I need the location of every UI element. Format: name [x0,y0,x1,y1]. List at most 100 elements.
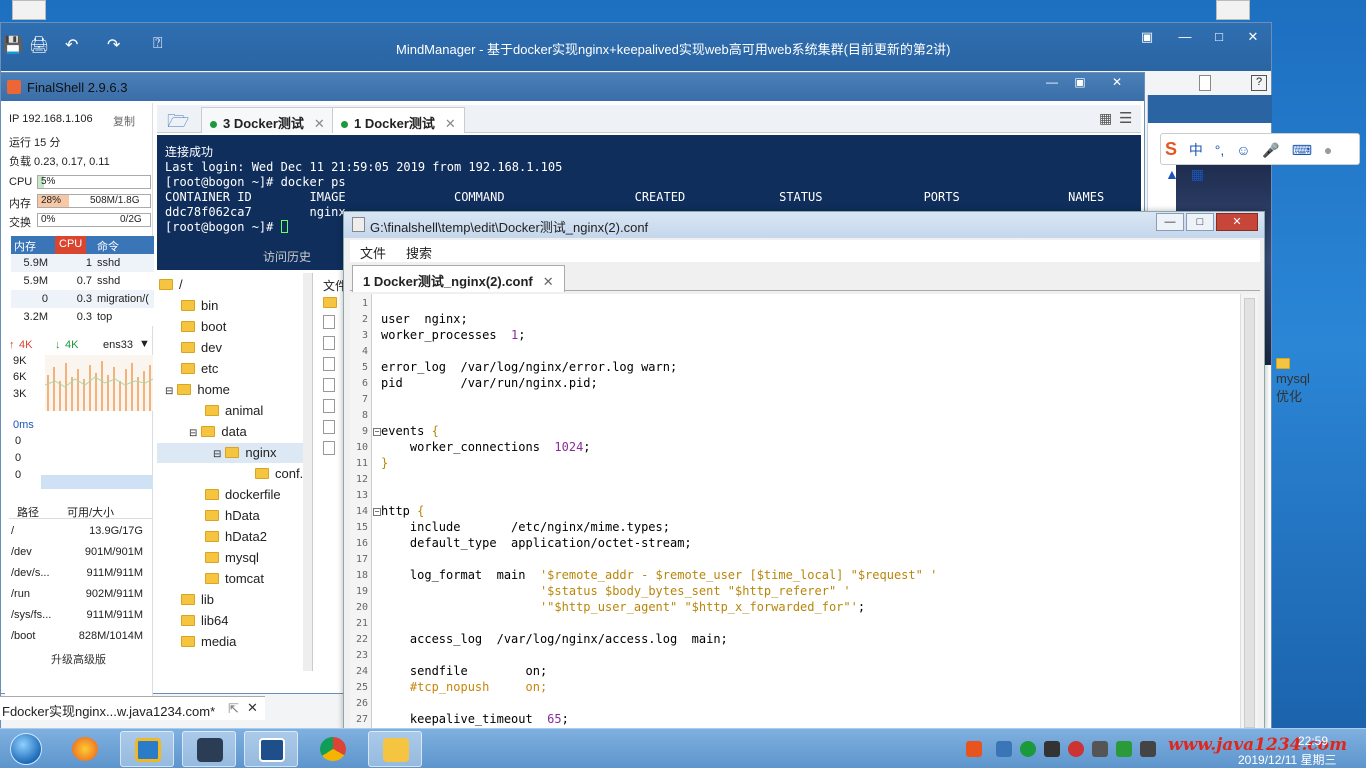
file-icon[interactable] [323,315,335,329]
folder-icon[interactable] [323,297,337,308]
tree-node[interactable]: lib64 [181,611,228,631]
tree-node[interactable]: ⊟ data [189,422,247,442]
table-row[interactable]: /run 902M/911M [11,585,151,606]
sogou-tray-icon[interactable] [966,741,982,757]
close-button[interactable]: ✕ [1216,213,1258,231]
net-interface-select[interactable]: ens33 [103,339,133,351]
minimize-button[interactable]: — [1175,29,1195,44]
ime-toolbar[interactable]: S 中 °, ☺ 🎤 ⌨ ● ▲ ▦ [1160,133,1360,182]
maximize-button[interactable]: □ [1186,213,1214,231]
clock-date[interactable]: 2019/12/11 星期三 [1238,751,1337,768]
tray-icon[interactable] [996,741,1012,757]
menu-search[interactable]: 搜索 [406,243,432,262]
tree-node[interactable]: dev [181,338,222,358]
tree-node[interactable]: bin [181,296,218,316]
table-row[interactable]: /dev 901M/901M [11,543,151,564]
copy-button[interactable]: 复制 [113,113,135,129]
close-button[interactable]: ✕ [1243,29,1263,45]
file-icon[interactable] [323,378,335,392]
sogou-icon[interactable]: S [1165,139,1177,160]
save-icon[interactable]: 💾 [3,35,23,55]
tree-node[interactable]: mysql [205,548,259,568]
tree-node[interactable]: tomcat [205,569,264,589]
table-row[interactable]: 0 0.3 migration/( [11,290,154,308]
tree-node[interactable]: ⊟ home [165,380,230,400]
tree-node[interactable]: animal [205,401,263,421]
taskbar-app-mindmanager[interactable] [120,731,174,767]
tree-node[interactable]: boot [181,317,226,337]
ime-punct[interactable]: °, [1215,142,1225,158]
table-row[interactable]: 5.9M 0.7 sshd [11,272,154,290]
print-icon[interactable]: 🖨 [29,35,49,55]
file-icon[interactable] [323,357,335,371]
maximize-button[interactable]: ▣ [1067,75,1093,93]
close-icon[interactable]: ✕ [543,274,554,289]
tray-icon[interactable] [1068,741,1084,757]
table-row[interactable]: /sys/fs... 911M/911M [11,606,151,627]
upgrade-link[interactable]: 升级高级版 [51,651,106,667]
grid-view-icon[interactable]: ▦ [1099,110,1112,127]
code-editor[interactable]: 1 2 3 4 5 6 7 8 9 10 11 12 13 14 15 16 17 18 19 20 21 22 23 24 2… [350,294,1240,734]
pin-icon[interactable]: ⇱ [228,701,239,717]
chevron-down-icon[interactable]: ▼ [139,338,150,350]
tab-session-1[interactable]: 1 Docker测试 ✕ [332,107,465,133]
ime-mode-label[interactable]: 中 [1189,140,1203,160]
tray-icon[interactable] [1044,741,1060,757]
shield-icon[interactable] [1116,741,1132,757]
tree-node[interactable]: lib [181,590,214,610]
taskbar-app-browser[interactable] [58,731,112,767]
taskbar-app-finalshell[interactable] [182,731,236,767]
table-row[interactable]: 5.9M 1 sshd [11,254,154,272]
file-icon[interactable] [323,441,335,455]
close-button[interactable]: ✕ [1095,75,1139,93]
table-row[interactable]: /13.9G/17G [11,522,151,543]
table-row[interactable]: /boot 828M/1014M [11,627,151,648]
tree-node[interactable]: hData [205,506,260,526]
start-button[interactable] [4,731,48,767]
taskbar-app-explorer[interactable] [368,731,422,767]
file-icon[interactable] [323,420,335,434]
ribbon-toggle-icon[interactable]: ▣ [1137,29,1157,45]
tab-nginx-conf[interactable]: 1 Docker测试_nginx(2).conf ✕ [352,265,565,292]
tree-node[interactable]: / [159,275,183,295]
editor-scrollbar[interactable] [1240,294,1258,734]
redo-icon[interactable]: ↷ [107,35,120,55]
taskbar-app-editor[interactable] [244,731,298,767]
menu-icon[interactable]: ☰ [1119,109,1132,127]
topic-mysql[interactable]: mysql优化 [1276,356,1310,405]
help-icon[interactable]: ? [1251,75,1267,91]
document-tab[interactable]: Fdocker实现nginx...w.java1234.com* ⇱ ✕ [0,696,265,720]
user-icon[interactable]: ● [1324,142,1332,158]
table-row[interactable]: /dev/s... 911M/911M [11,564,151,585]
close-icon[interactable]: ✕ [247,700,258,716]
minimize-button[interactable]: — [1156,213,1184,231]
desktop-icon[interactable] [1216,0,1250,20]
file-icon[interactable] [323,336,335,350]
tab-session-3[interactable]: 3 Docker测试 ✕ [201,107,334,133]
layout-icon[interactable] [1199,75,1211,91]
minimize-button[interactable]: — [1039,75,1065,93]
tree-node[interactable]: dockerfile [205,485,281,505]
tree-scrollbar[interactable] [303,273,312,671]
close-icon[interactable]: ✕ [314,116,325,131]
tree-node[interactable]: conf.c [255,464,310,484]
desktop-icon[interactable] [12,0,46,20]
keyboard-icon[interactable]: ⌨ [1292,142,1312,159]
tree-node[interactable]: media [181,632,236,652]
emoji-icon[interactable]: ☺ [1236,142,1250,158]
menu-file[interactable]: 文件 [360,243,386,262]
skin-icon[interactable]: ▲ [1165,166,1179,182]
fold-toggle-icon[interactable]: − [373,428,381,436]
table-row[interactable]: 3.2M 0.3 top [11,308,154,326]
maximize-button[interactable]: □ [1209,29,1229,44]
mic-icon[interactable]: 🎤 [1262,142,1279,159]
grid-icon[interactable]: ▦ [1191,166,1204,183]
tree-node[interactable]: hData2 [205,527,267,547]
tray-icon[interactable] [1092,741,1108,757]
taskbar-app-chrome[interactable] [306,731,360,767]
tray-icon[interactable] [1020,741,1036,757]
close-icon[interactable]: ✕ [445,116,456,131]
clock-time[interactable]: 22:59 [1298,734,1328,748]
tree-node-selected[interactable]: ⊟ nginx [157,443,312,463]
tray-icon[interactable] [1140,741,1156,757]
